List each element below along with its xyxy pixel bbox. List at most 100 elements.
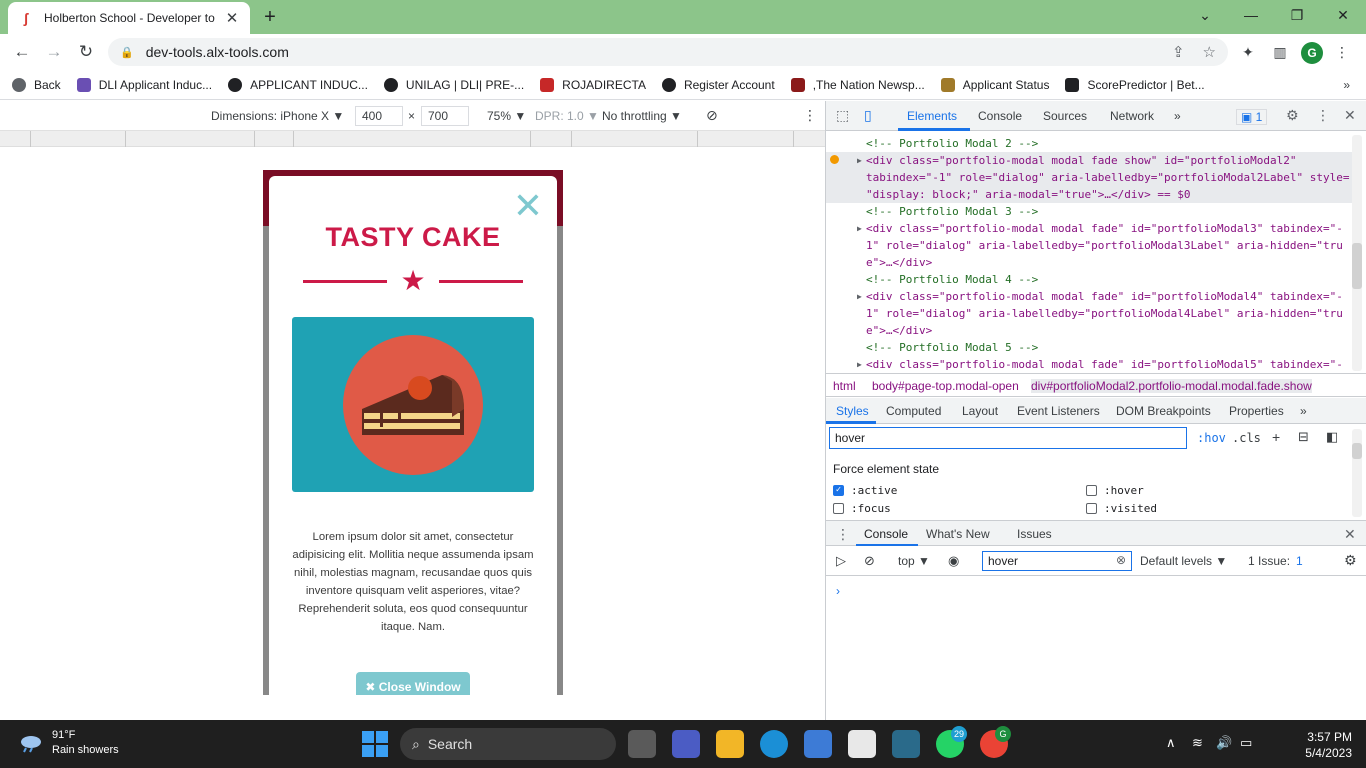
zoom-select[interactable]: 75% ▼ (487, 109, 526, 123)
throttling-select[interactable]: No throttling ▼ (602, 109, 682, 123)
context-select[interactable]: top ▼ (898, 554, 930, 568)
drawer-tab-whats-new[interactable]: What's New (926, 527, 990, 541)
console-issues-count[interactable]: 1 (1296, 554, 1303, 568)
app-icon[interactable] (892, 730, 920, 758)
dom-line[interactable]: <!-- Portfolio Modal 3 --> (866, 204, 1038, 221)
devtools-close-icon[interactable]: ✕ (1344, 107, 1356, 124)
subtab-styles[interactable]: Styles (836, 404, 869, 418)
dom-line[interactable]: tabindex="-1" role="dialog" aria-labelle… (866, 170, 1349, 187)
new-tab-button[interactable]: + (259, 6, 281, 28)
console-settings-gear-icon[interactable]: ⚙ (1344, 552, 1357, 569)
device-height-input[interactable]: 700 (421, 106, 469, 126)
dom-line[interactable]: e">…</div> (866, 323, 932, 340)
tab-console[interactable]: Console (978, 109, 1022, 123)
dom-line[interactable]: "display: block;" aria-modal="true">…</d… (866, 187, 1191, 204)
expand-triangle-icon[interactable]: ▶ (857, 153, 862, 170)
bookmarks-overflow-button[interactable]: » (1343, 78, 1350, 92)
tray-chevron-icon[interactable]: ∧ (1166, 735, 1176, 751)
clear-filter-icon[interactable]: ⊗ (1116, 553, 1126, 567)
state-visited-checkbox[interactable]: :visited (1086, 502, 1157, 515)
battery-icon[interactable]: ▭ (1240, 735, 1252, 751)
tab-close-icon[interactable]: ✕ (224, 9, 240, 27)
drawer-tab-issues[interactable]: Issues (1017, 527, 1052, 541)
bookmark-item[interactable]: Register Account (661, 77, 775, 92)
bookmark-item[interactable]: APPLICANT INDUC... (228, 77, 368, 92)
rotate-icon[interactable]: ⊘ (706, 107, 718, 124)
styles-filter-input[interactable]: hover (829, 427, 1187, 449)
breadcrumb-html[interactable]: html (833, 379, 856, 393)
live-expression-eye-icon[interactable]: ◉ (948, 553, 959, 569)
profile-avatar[interactable]: G (1301, 42, 1323, 64)
bookmark-item[interactable]: ScorePredictor | Bet... (1065, 77, 1205, 92)
subtab-event-listeners[interactable]: Event Listeners (1017, 404, 1100, 418)
dom-line[interactable]: <!-- Portfolio Modal 4 --> (866, 272, 1038, 289)
console-filter-input[interactable]: hover (982, 551, 1132, 571)
bookmark-item[interactable]: DLI Applicant Induc... (76, 77, 212, 92)
bookmark-item[interactable]: Applicant Status (940, 77, 1049, 92)
dom-line[interactable]: 1" role="dialog" aria-labelledby="portfo… (866, 238, 1343, 255)
bookmark-star-icon[interactable]: ☆ (1203, 43, 1216, 61)
subtab-computed[interactable]: Computed (886, 404, 941, 418)
close-window-button[interactable]: ✖ Close Window (356, 672, 470, 695)
snipping-tool-icon[interactable] (848, 730, 876, 758)
microsoft-store-icon[interactable] (804, 730, 832, 758)
devtools-menu-icon[interactable]: ⋮ (1316, 107, 1330, 124)
state-hover-checkbox[interactable]: :hover (1086, 484, 1144, 497)
tab-search-button[interactable]: ⌄ (1182, 0, 1228, 30)
expand-triangle-icon[interactable]: ▶ (857, 357, 862, 372)
dom-line[interactable]: e">…</div> (866, 255, 932, 272)
cls-toggle[interactable]: .cls (1232, 431, 1261, 445)
task-view-icon[interactable] (628, 730, 656, 758)
drawer-tab-console[interactable]: Console (864, 527, 908, 541)
expand-triangle-icon[interactable]: ▶ (857, 221, 862, 238)
subtab-properties[interactable]: Properties (1229, 404, 1284, 418)
subtab-dom-breakpoints[interactable]: DOM Breakpoints (1116, 404, 1211, 418)
paint-icon[interactable]: ⊟ (1298, 429, 1309, 445)
dom-line[interactable]: <!-- Portfolio Modal 2 --> (866, 136, 1038, 153)
more-tabs-button[interactable]: » (1174, 109, 1181, 123)
state-focus-checkbox[interactable]: :focus (833, 502, 891, 515)
teams-icon[interactable] (672, 730, 700, 758)
drawer-close-icon[interactable]: ✕ (1344, 526, 1356, 543)
inspect-element-icon[interactable]: ⬚ (836, 107, 849, 124)
more-subtabs-button[interactable]: » (1300, 404, 1307, 418)
new-rule-plus-icon[interactable]: + (1272, 429, 1280, 445)
tab-elements[interactable]: Elements (907, 109, 957, 123)
dom-line[interactable]: <!-- Portfolio Modal 5 --> (866, 340, 1038, 357)
start-windows-icon[interactable] (361, 730, 389, 758)
back-arrow-icon[interactable]: ← (10, 40, 34, 64)
console-prompt[interactable]: › (836, 584, 840, 598)
tab-sources[interactable]: Sources (1043, 109, 1087, 123)
settings-gear-icon[interactable]: ⚙ (1286, 107, 1299, 124)
clear-console-icon[interactable]: ⊘ (864, 553, 875, 569)
toggle-sidebar-icon[interactable]: ◧ (1326, 429, 1338, 445)
browser-tab[interactable]: ʃ Holberton School - Developer to ✕ (8, 2, 250, 34)
breadcrumb-body[interactable]: body#page-top.modal-open (872, 379, 1019, 393)
edge-icon[interactable] (760, 730, 788, 758)
subtab-layout[interactable]: Layout (962, 404, 998, 418)
weather-widget[interactable]: 91°F Rain showers (18, 728, 119, 758)
device-dimensions-select[interactable]: Dimensions: iPhone X ▼ (211, 109, 344, 123)
console-issues-label[interactable]: 1 Issue: (1248, 554, 1290, 568)
drawer-menu-icon[interactable]: ⋮ (836, 526, 850, 543)
modal-close-icon[interactable]: ✕ (513, 188, 543, 224)
log-levels-select[interactable]: Default levels ▼ (1140, 554, 1227, 568)
taskbar-clock[interactable]: 3:57 PM 5/4/2023 (1278, 729, 1352, 761)
styles-scrollbar-thumb[interactable] (1352, 443, 1362, 459)
wifi-icon[interactable]: ≋ (1192, 735, 1203, 751)
minimize-button[interactable]: — (1228, 0, 1274, 30)
tab-network[interactable]: Network (1110, 109, 1154, 123)
hov-toggle[interactable]: :hov (1197, 431, 1226, 445)
maximize-button[interactable]: ❐ (1274, 0, 1320, 30)
dom-scrollbar-thumb[interactable] (1352, 243, 1362, 289)
dom-line[interactable]: <div class="portfolio-modal modal fade" … (866, 289, 1343, 306)
menu-kebab-icon[interactable]: ⋮ (1332, 42, 1352, 62)
forward-arrow-icon[interactable]: → (42, 40, 66, 64)
dom-line[interactable]: <div class="portfolio-modal modal fade s… (866, 153, 1296, 170)
state-active-checkbox[interactable]: ✓:active (833, 484, 897, 497)
reload-icon[interactable]: ↻ (74, 40, 98, 64)
close-window-button[interactable]: ✕ (1320, 0, 1366, 30)
side-panel-icon[interactable]: ▥ (1270, 42, 1290, 62)
address-bar[interactable]: 🔒 dev-tools.alx-tools.com ⇪ ☆ (108, 38, 1228, 66)
bookmark-item[interactable]: ROJADIRECTA (540, 77, 646, 92)
